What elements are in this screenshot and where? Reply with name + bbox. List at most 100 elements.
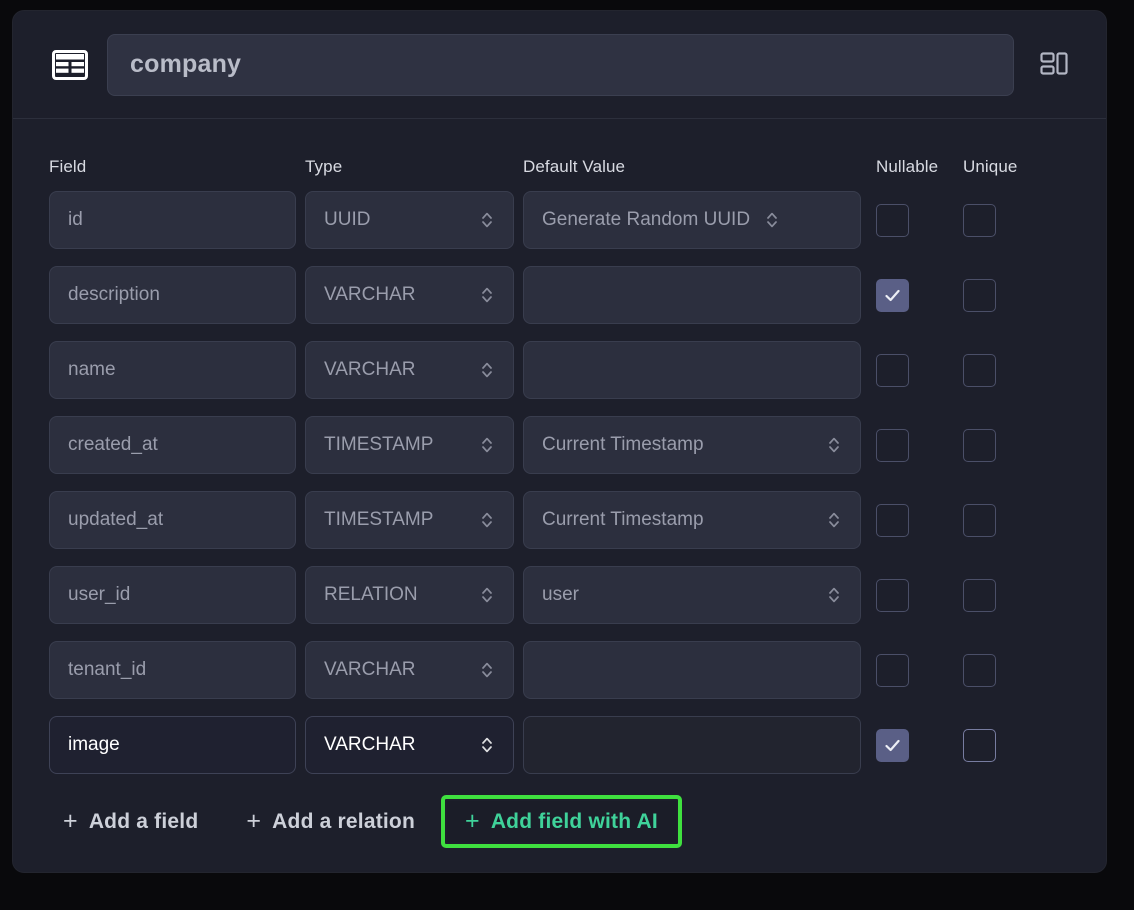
- nullable-checkbox-cell: [876, 729, 925, 762]
- column-header-field: Field: [49, 157, 296, 177]
- field-name-input[interactable]: image: [49, 716, 296, 774]
- field-name-value: image: [68, 734, 120, 756]
- table-row: name VARCHAR: [49, 341, 1070, 399]
- add-field-with-ai-label: Add field with AI: [491, 810, 658, 834]
- field-type-select[interactable]: VARCHAR: [305, 266, 514, 324]
- default-value-select[interactable]: Generate Random UUID: [523, 191, 861, 249]
- field-type-value: TIMESTAMP: [324, 434, 433, 456]
- unique-checkbox[interactable]: [963, 729, 996, 762]
- add-field-with-ai-button[interactable]: + Add field with AI: [447, 801, 676, 842]
- chevron-up-down-icon: [826, 509, 842, 531]
- field-name-value: description: [68, 284, 160, 306]
- nullable-checkbox-cell: [876, 354, 925, 387]
- unique-checkbox[interactable]: [963, 429, 996, 462]
- nullable-checkbox-cell: [876, 204, 925, 237]
- nullable-checkbox-cell: [876, 279, 925, 312]
- app-root: Field Type Default Value Nullable Unique…: [0, 0, 1134, 910]
- unique-checkbox-cell: [963, 579, 1012, 612]
- chevron-up-down-icon: [826, 584, 842, 606]
- nullable-checkbox[interactable]: [876, 504, 909, 537]
- nullable-checkbox[interactable]: [876, 279, 909, 312]
- nullable-checkbox-cell: [876, 654, 925, 687]
- default-value-input[interactable]: [523, 641, 861, 699]
- table-row: updated_at TIMESTAMP Current Timestamp: [49, 491, 1070, 549]
- field-type-select[interactable]: TIMESTAMP: [305, 416, 514, 474]
- default-value-select[interactable]: Current Timestamp: [523, 416, 861, 474]
- chevron-up-down-icon: [479, 434, 495, 456]
- field-type-select[interactable]: VARCHAR: [305, 641, 514, 699]
- unique-checkbox[interactable]: [963, 204, 996, 237]
- column-header-default: Default Value: [523, 157, 861, 177]
- field-type-select[interactable]: TIMESTAMP: [305, 491, 514, 549]
- nullable-checkbox[interactable]: [876, 204, 909, 237]
- default-value-select[interactable]: user: [523, 566, 861, 624]
- add-a-relation-button[interactable]: + Add a relation: [244, 803, 417, 840]
- field-type-value: VARCHAR: [324, 659, 416, 681]
- nullable-checkbox-cell: [876, 429, 925, 462]
- default-value-value: Current Timestamp: [542, 434, 704, 456]
- table-name-input[interactable]: [107, 34, 1014, 96]
- card-header: [13, 11, 1106, 119]
- nullable-checkbox-cell: [876, 579, 925, 612]
- nullable-checkbox[interactable]: [876, 729, 909, 762]
- field-type-select[interactable]: VARCHAR: [305, 716, 514, 774]
- chevron-up-down-icon: [764, 209, 780, 231]
- nullable-checkbox[interactable]: [876, 654, 909, 687]
- nullable-checkbox[interactable]: [876, 429, 909, 462]
- table-editor-card: Field Type Default Value Nullable Unique…: [12, 10, 1107, 873]
- default-value-input[interactable]: [523, 341, 861, 399]
- default-value-input[interactable]: [523, 266, 861, 324]
- layout-panels-icon[interactable]: [1032, 43, 1076, 87]
- plus-icon: +: [465, 809, 480, 834]
- field-type-select[interactable]: UUID: [305, 191, 514, 249]
- default-value-input[interactable]: [523, 716, 861, 774]
- field-name-input[interactable]: id: [49, 191, 296, 249]
- add-a-field-button[interactable]: + Add a field: [61, 803, 200, 840]
- field-type-value: TIMESTAMP: [324, 509, 433, 531]
- chevron-up-down-icon: [479, 659, 495, 681]
- plus-icon: +: [246, 809, 261, 834]
- unique-checkbox[interactable]: [963, 579, 996, 612]
- field-name-value: user_id: [68, 584, 130, 606]
- unique-checkbox-cell: [963, 279, 1012, 312]
- unique-checkbox-cell: [963, 729, 1012, 762]
- unique-checkbox-cell: [963, 429, 1012, 462]
- chevron-up-down-icon: [826, 434, 842, 456]
- field-type-select[interactable]: RELATION: [305, 566, 514, 624]
- unique-checkbox[interactable]: [963, 654, 996, 687]
- column-header-unique: Unique: [963, 157, 1012, 177]
- add-a-field-label: Add a field: [89, 810, 199, 834]
- column-header-nullable: Nullable: [876, 157, 925, 177]
- field-name-input[interactable]: updated_at: [49, 491, 296, 549]
- field-type-value: UUID: [324, 209, 370, 231]
- field-name-input[interactable]: tenant_id: [49, 641, 296, 699]
- unique-checkbox[interactable]: [963, 279, 996, 312]
- field-name-value: created_at: [68, 434, 158, 456]
- add-a-relation-label: Add a relation: [272, 810, 415, 834]
- default-value-select[interactable]: Current Timestamp: [523, 491, 861, 549]
- chevron-up-down-icon: [479, 734, 495, 756]
- unique-checkbox[interactable]: [963, 354, 996, 387]
- unique-checkbox[interactable]: [963, 504, 996, 537]
- field-type-select[interactable]: VARCHAR: [305, 341, 514, 399]
- field-name-value: name: [68, 359, 116, 381]
- nullable-checkbox[interactable]: [876, 354, 909, 387]
- chevron-up-down-icon: [479, 359, 495, 381]
- fields-table: Field Type Default Value Nullable Unique…: [13, 119, 1106, 848]
- nullable-checkbox[interactable]: [876, 579, 909, 612]
- field-name-input[interactable]: user_id: [49, 566, 296, 624]
- chevron-up-down-icon: [479, 209, 495, 231]
- chevron-up-down-icon: [479, 509, 495, 531]
- table-column-headers: Field Type Default Value Nullable Unique: [49, 157, 1070, 177]
- column-header-type: Type: [305, 157, 514, 177]
- chevron-up-down-icon: [479, 584, 495, 606]
- field-name-input[interactable]: created_at: [49, 416, 296, 474]
- field-name-input[interactable]: description: [49, 266, 296, 324]
- unique-checkbox-cell: [963, 204, 1012, 237]
- unique-checkbox-cell: [963, 504, 1012, 537]
- field-name-input[interactable]: name: [49, 341, 296, 399]
- field-type-value: VARCHAR: [324, 734, 416, 756]
- default-value-value: Current Timestamp: [542, 509, 704, 531]
- table-row: created_at TIMESTAMP Current Timestamp: [49, 416, 1070, 474]
- table-icon: [49, 44, 91, 86]
